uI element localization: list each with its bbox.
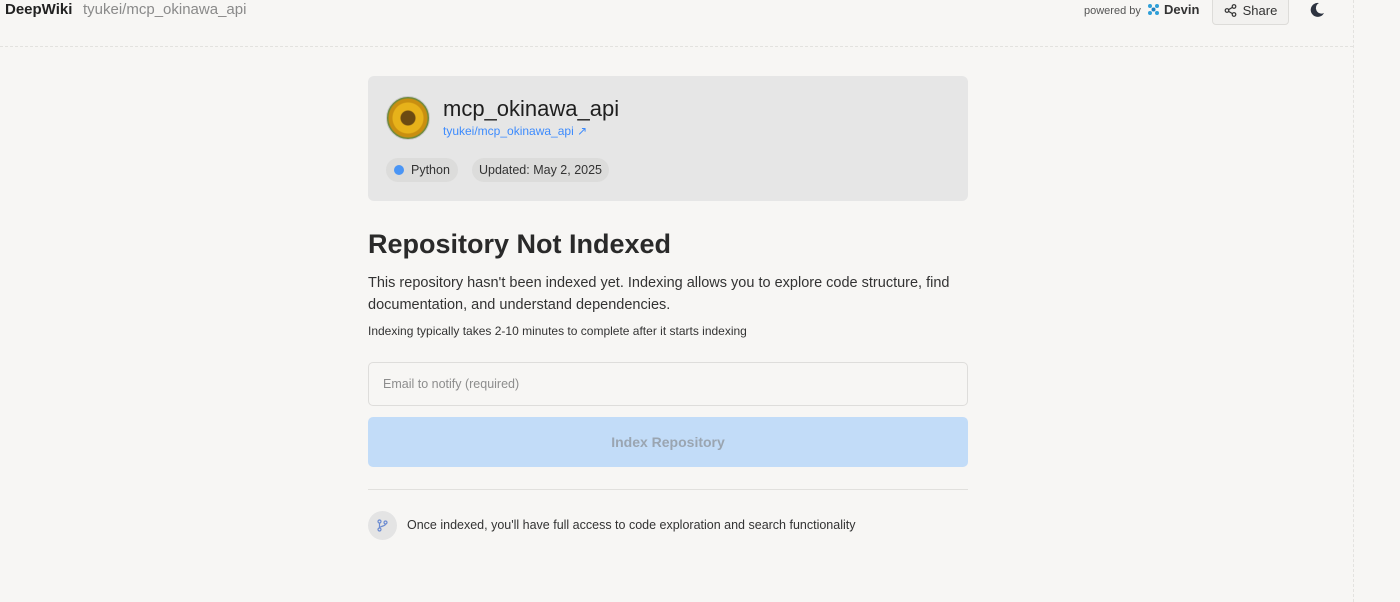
index-repository-button[interactable]: Index Repository (368, 417, 968, 467)
repo-github-link[interactable]: tyukei/mcp_okinawa_api ↗ (443, 124, 587, 138)
moon-icon[interactable] (1308, 1, 1326, 19)
git-branch-icon (368, 511, 397, 540)
repo-card: mcp_okinawa_api tyukei/mcp_okinawa_api ↗… (368, 76, 968, 201)
index-description: This repository hasn't been indexed yet.… (368, 275, 950, 313)
share-button-label: Share (1242, 3, 1278, 18)
repo-avatar (386, 96, 430, 140)
devin-label: Devin (1164, 2, 1200, 17)
top-bar: DeepWiki tyukei/mcp_okinawa_api powered … (0, 0, 1353, 47)
brand-logo-text[interactable]: DeepWiki (5, 1, 72, 18)
index-duration-note: Indexing typically takes 2-10 minutes to… (368, 324, 747, 338)
indexed-benefit-text: Once indexed, you'll have full access to… (407, 518, 856, 532)
section-divider (368, 489, 968, 490)
share-button[interactable]: Share (1212, 0, 1289, 25)
powered-by-label: powered by (1084, 5, 1141, 17)
page-edge-divider (1353, 0, 1354, 602)
updated-badge: Updated: May 2, 2025 (472, 158, 609, 182)
page-title: Repository Not Indexed (368, 229, 672, 259)
header-repo-path: tyukei/mcp_okinawa_api (83, 1, 247, 18)
share-icon (1224, 4, 1237, 17)
devin-link[interactable]: Devin (1147, 2, 1199, 17)
repo-name: mcp_okinawa_api (443, 96, 620, 121)
email-field[interactable] (368, 362, 968, 406)
language-color-dot (394, 165, 404, 175)
language-label: Python (411, 163, 450, 177)
language-badge: Python (386, 158, 458, 182)
devin-logo-icon (1148, 4, 1159, 15)
